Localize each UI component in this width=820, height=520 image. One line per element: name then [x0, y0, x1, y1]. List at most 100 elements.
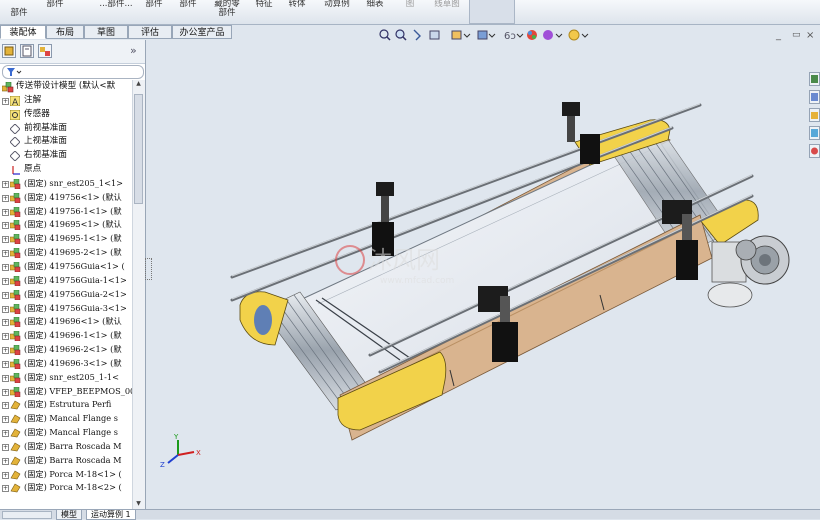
tree-item[interactable]: + (固定) Mancal Flange s [0, 412, 132, 426]
expand-toggle-icon[interactable]: + [2, 236, 9, 244]
expand-toggle-icon[interactable]: + [2, 471, 9, 479]
expand-toggle-icon[interactable]: + [2, 457, 9, 465]
tab-motion-study[interactable]: 运动算例 1 [86, 510, 136, 520]
tree-item[interactable]: + (固定) 419756-1<1> (默 [0, 205, 132, 219]
expand-toggle-icon[interactable]: + [2, 250, 9, 258]
tab-sketch[interactable]: 草图 [84, 25, 128, 39]
apply-scene-icon[interactable] [543, 30, 563, 40]
tab-model[interactable]: 模型 [56, 510, 82, 520]
expand-toggle-icon[interactable]: + [2, 305, 9, 313]
tab-layout[interactable]: 布局 [46, 25, 84, 39]
expand-toggle-icon[interactable]: + [2, 97, 9, 105]
tree-item[interactable]: 前视基准面 [0, 122, 132, 136]
scroll-up-arrow[interactable]: ▲ [134, 80, 143, 90]
tree-item[interactable]: + (固定) 419696-1<1> (默 [0, 329, 132, 343]
expand-toggle-icon[interactable]: + [2, 430, 9, 438]
tree-item[interactable]: 右视基准面 [0, 149, 132, 163]
tree-item[interactable]: + (固定) Barra Roscada M [0, 454, 132, 468]
view-orientation-icon[interactable] [451, 30, 471, 40]
expand-toggle-icon[interactable]: + [2, 443, 9, 451]
ribbon-button-3[interactable]: ...部件... [98, 0, 134, 23]
tree-item[interactable]: + (固定) 419756Guia-1<1> [0, 274, 132, 288]
ribbon-button-11[interactable]: 图 [402, 0, 418, 23]
expand-toggle-icon[interactable]: + [2, 333, 9, 341]
panel-expand-icon[interactable]: » [130, 44, 137, 57]
expand-toggle-icon[interactable]: + [2, 319, 9, 327]
expand-toggle-icon[interactable]: + [2, 291, 9, 299]
ribbon-button-2[interactable]: 部件 [42, 0, 68, 23]
tree-item[interactable]: + (固定) 419696-3<1> (默 [0, 357, 132, 371]
tree-item[interactable]: 原点 [0, 163, 132, 177]
tree-item[interactable]: 传感器 [0, 108, 132, 122]
expand-toggle-icon[interactable]: + [2, 388, 9, 396]
tree-item-label: (固定) 419756Guia-3<1> [24, 302, 127, 313]
tree-item[interactable]: + (固定) Mancal Flange s [0, 426, 132, 440]
task-pane-resources-icon[interactable] [809, 72, 820, 86]
tree-item[interactable]: + (固定) snr_est205_1-1< [0, 371, 132, 385]
task-pane-appearances-icon[interactable] [809, 144, 820, 158]
zoom-to-fit-icon[interactable] [379, 29, 391, 41]
tab-office-products[interactable]: 办公室产品 [172, 25, 232, 39]
tree-filter-input[interactable] [2, 65, 144, 79]
view-settings-icon[interactable] [568, 29, 589, 41]
scroll-thumb[interactable] [134, 94, 143, 204]
tree-item[interactable]: + (固定) VFEP_BEEPMOS_00 [0, 385, 132, 399]
task-pane-file-explorer-icon[interactable] [809, 108, 820, 122]
ribbon-button-7[interactable]: 特征 [253, 0, 275, 23]
expand-toggle-icon[interactable]: + [2, 402, 9, 410]
tree-item[interactable]: + A 注解 [0, 94, 132, 108]
close-icon[interactable]: × [806, 30, 814, 41]
expand-toggle-icon[interactable]: + [2, 416, 9, 424]
ribbon-button-active[interactable] [469, 0, 515, 24]
tree-item[interactable]: + (固定) 419756Guia-2<1> [0, 288, 132, 302]
tree-item[interactable]: + (固定) Porca M-18<1> ( [0, 468, 132, 482]
tree-scrollbar[interactable]: ▲ ▼ [132, 80, 145, 510]
ribbon-button-12[interactable]: 线草图 [430, 0, 464, 23]
graphics-viewport[interactable]: 沐风网 www.mfcad.com Y X Z [146, 40, 806, 509]
ribbon-button-8[interactable]: 转体 [286, 0, 308, 23]
tree-item[interactable]: 上视基准面 [0, 135, 132, 149]
tree-item[interactable]: + (固定) 419695-2<1> (默 [0, 246, 132, 260]
tree-item[interactable]: + (固定) Barra Roscada M [0, 440, 132, 454]
expand-toggle-icon[interactable]: + [2, 277, 9, 285]
zoom-to-area-icon[interactable] [395, 29, 407, 41]
ribbon-button-9[interactable]: 动算例 [320, 0, 354, 23]
property-manager-tab-icon[interactable] [20, 44, 34, 58]
expand-toggle-icon[interactable]: + [2, 360, 9, 368]
section-view-icon[interactable] [429, 30, 440, 40]
tree-item[interactable]: + (固定) Estrutura Perfi [0, 398, 132, 412]
expand-toggle-icon[interactable]: + [2, 374, 9, 382]
expand-toggle-icon[interactable]: + [2, 194, 9, 202]
tree-item[interactable]: + (固定) 419756Guia-3<1> [0, 302, 132, 316]
ribbon-button-5[interactable]: 部件 [176, 0, 200, 23]
ribbon-button-10[interactable]: 细表 [364, 0, 386, 23]
ribbon-button-6[interactable]: 藏的零 部件 [210, 0, 244, 23]
tree-item[interactable]: + (固定) snr_est205_1<1> [0, 177, 132, 191]
tree-item[interactable]: + (固定) 419756Guia<1> ( [0, 260, 132, 274]
previous-view-icon[interactable] [413, 29, 421, 41]
ribbon-button-1[interactable]: 部件 [4, 0, 34, 23]
edit-appearance-icon[interactable] [527, 30, 537, 40]
display-style-icon[interactable] [477, 30, 496, 40]
feature-tree-tab-icon[interactable] [2, 44, 16, 58]
tree-item[interactable]: + (固定) Porca M-18<2> ( [0, 481, 132, 495]
ribbon-button-4[interactable]: 部件 [142, 0, 166, 23]
tree-item[interactable]: + (固定) 419695<1> (默认 [0, 218, 132, 232]
expand-toggle-icon[interactable]: + [2, 208, 9, 216]
tree-root[interactable]: 传送带设计模型 (默认<默 [0, 80, 132, 94]
tab-evaluate[interactable]: 评估 [128, 25, 172, 39]
tab-assembly[interactable]: 装配体 [0, 25, 46, 39]
expand-toggle-icon[interactable]: + [2, 222, 9, 230]
maximize-icon[interactable]: ▭ [792, 30, 801, 40]
expand-toggle-icon[interactable]: + [2, 180, 9, 188]
tree-item[interactable]: + (固定) 419756<1> (默认 [0, 191, 132, 205]
tree-item[interactable]: + (固定) 419696<1> (默认 [0, 315, 132, 329]
expand-toggle-icon[interactable]: + [2, 485, 9, 493]
tree-item[interactable]: + (固定) 419696-2<1> (默 [0, 343, 132, 357]
configuration-manager-tab-icon[interactable] [38, 44, 52, 58]
expand-toggle-icon[interactable]: + [2, 263, 9, 271]
task-pane-design-library-icon[interactable] [809, 90, 820, 104]
tree-item[interactable]: + (固定) 419695-1<1> (默 [0, 232, 132, 246]
expand-toggle-icon[interactable]: + [2, 347, 9, 355]
task-pane-search-icon[interactable] [809, 126, 820, 140]
